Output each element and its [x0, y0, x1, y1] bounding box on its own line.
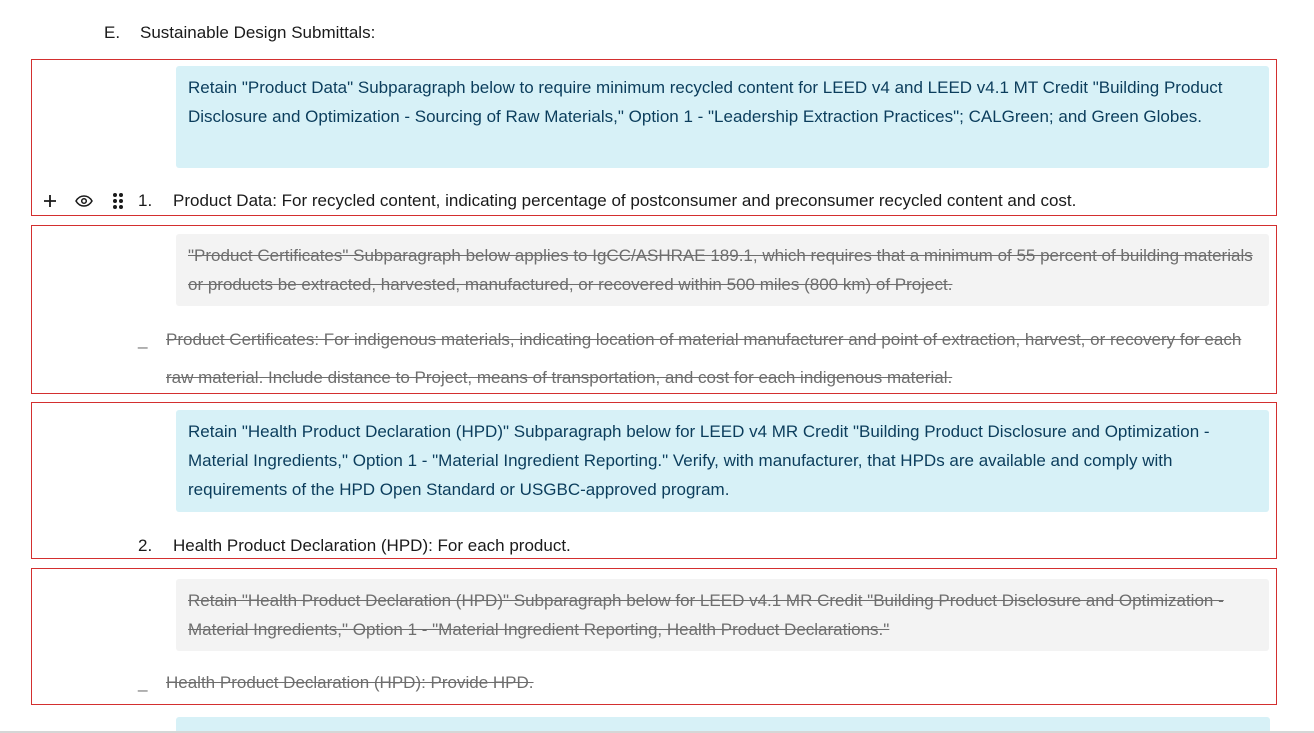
paragraph-number: _ [138, 673, 148, 692]
paragraph-block-4[interactable]: Retain "Health Product Declaration (HPD)… [31, 568, 1277, 705]
paragraph-block-3[interactable]: Retain "Health Product Declaration (HPD)… [31, 402, 1277, 559]
editor-note: Retain "Health Product Declaration (HPD)… [176, 579, 1269, 651]
paragraph-number: 1. [138, 191, 153, 210]
editor-note: "Product Certificates" Subparagraph belo… [176, 234, 1269, 306]
paragraph-item[interactable]: 2. Health Product Declaration (HPD): For… [138, 531, 1268, 560]
editor-note: Retain "Health Product Declaration (HPD)… [176, 410, 1269, 512]
paragraph-item[interactable]: 1. Product Data: For recycled content, i… [138, 186, 1268, 215]
paragraph-block-2[interactable]: "Product Certificates" Subparagraph belo… [31, 225, 1277, 394]
paragraph-text: Health Product Declaration (HPD): Provid… [166, 673, 534, 692]
paragraph-number: 2. [138, 536, 153, 555]
eye-icon[interactable] [74, 191, 94, 211]
editor-note: Retain "Product Data" Subparagraph below… [176, 66, 1269, 168]
paragraph-toolbar [40, 186, 128, 215]
paragraph-number: _ [138, 330, 148, 349]
paragraph-text: Health Product Declaration (HPD): For ea… [173, 536, 571, 555]
section-heading: E. Sustainable Design Submittals: [104, 20, 375, 46]
paragraph-item[interactable]: _ Product Certificates: For indigenous m… [138, 321, 1268, 397]
paragraph-block-1[interactable]: Retain "Product Data" Subparagraph below… [31, 59, 1277, 216]
paragraph-item[interactable]: _ Health Product Declaration (HPD): Prov… [138, 664, 1268, 702]
plus-icon[interactable] [40, 191, 60, 211]
paragraph-text: Product Certificates: For indigenous mat… [166, 330, 1242, 387]
heading-number: E. [104, 23, 121, 42]
paragraph-text: Product Data: For recycled content, indi… [173, 191, 1077, 210]
next-editor-note [176, 717, 1270, 731]
drag-handle-icon[interactable] [108, 191, 128, 211]
heading-text: Sustainable Design Submittals: [140, 23, 376, 42]
